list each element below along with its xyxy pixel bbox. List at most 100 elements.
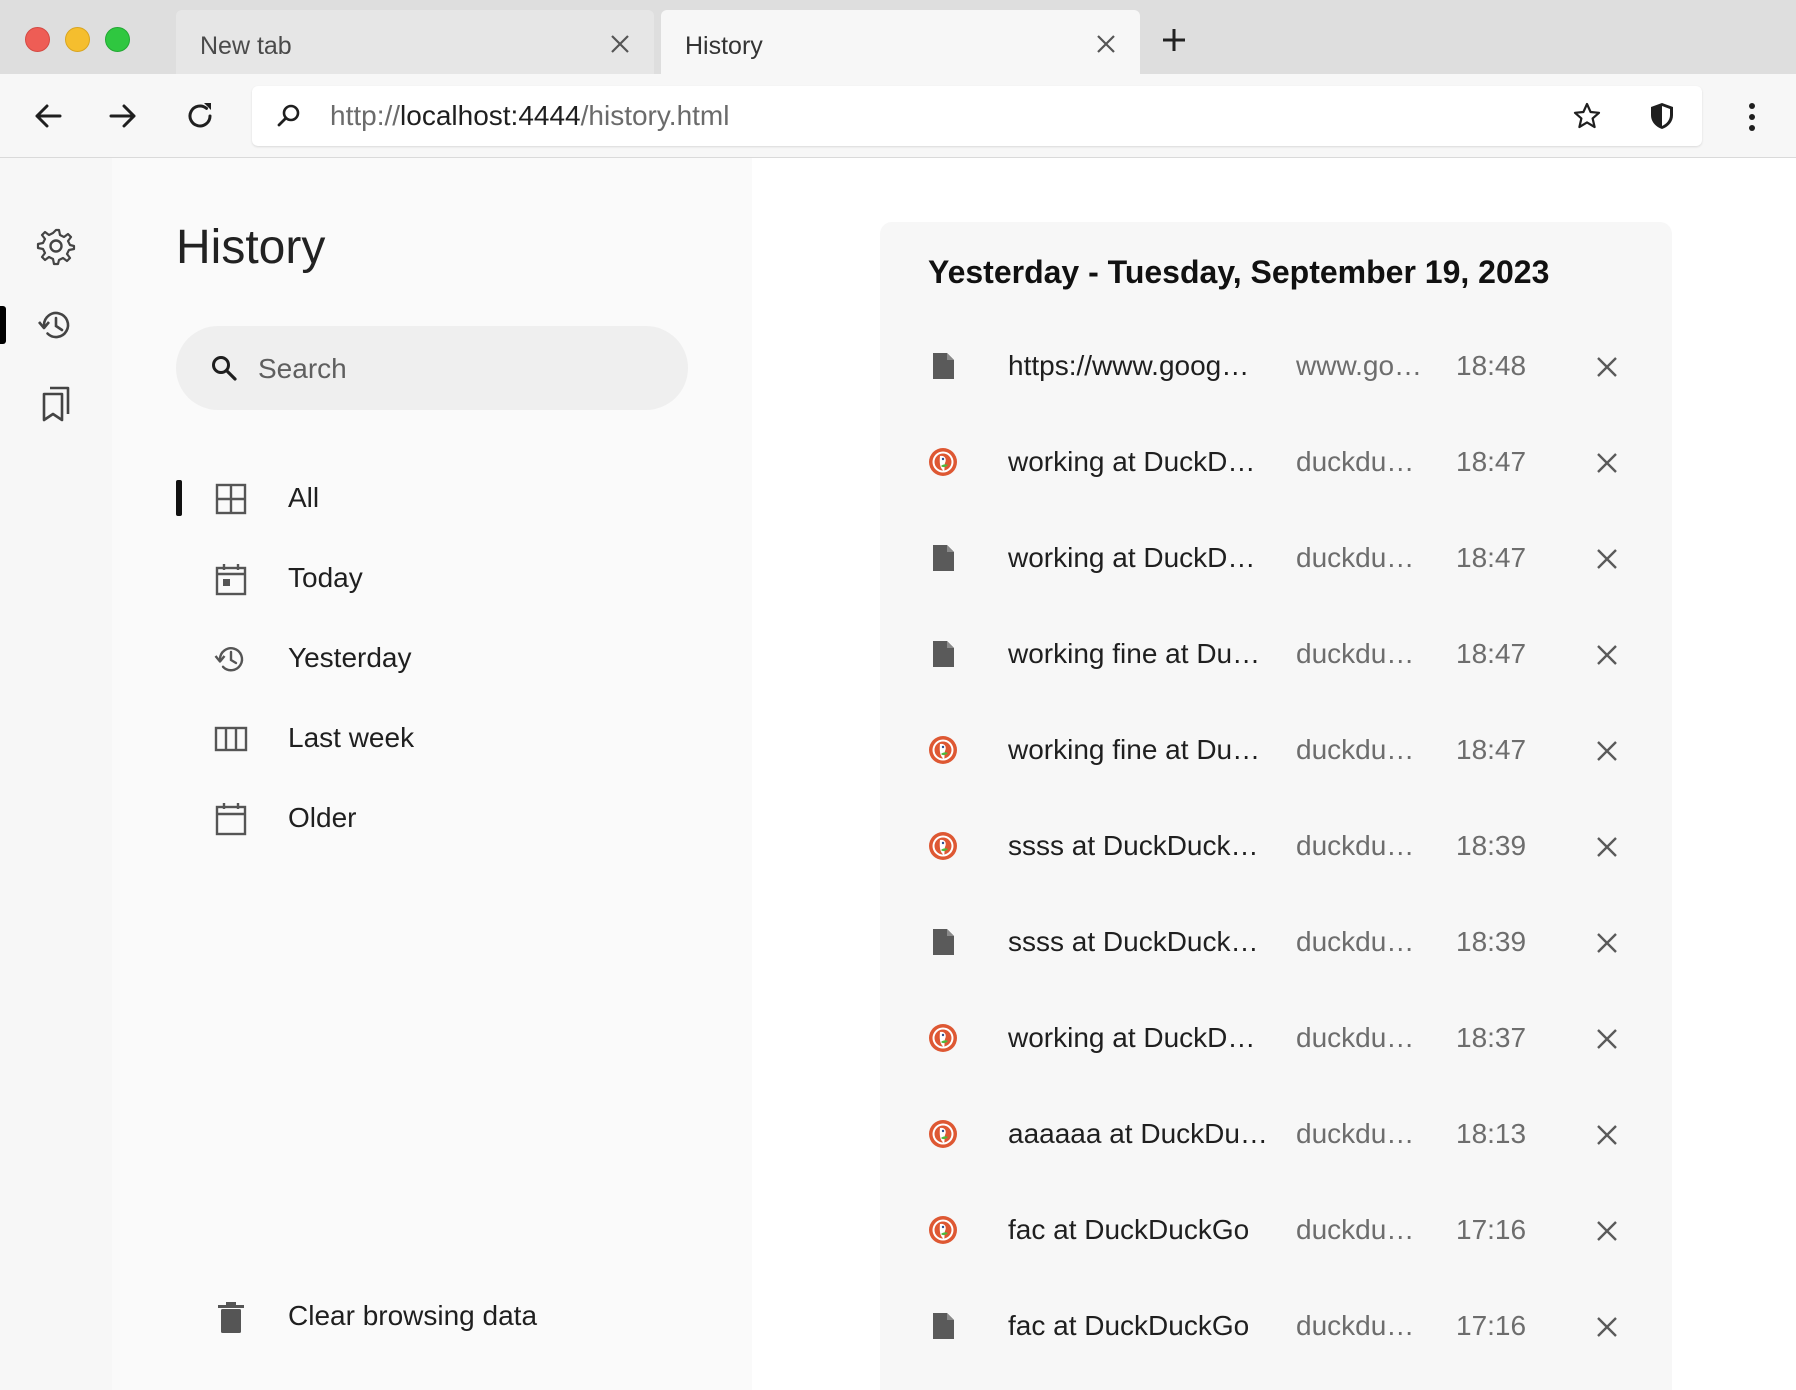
kebab-menu-icon[interactable] [1740,100,1764,134]
entry-domain: duckdu… [1296,926,1415,957]
remove-entry-close-icon[interactable] [1594,1218,1620,1244]
nav-item-older[interactable]: Older [176,788,656,848]
nav-item-today[interactable]: Today [176,548,656,608]
entry-time: 18:39 [1456,830,1527,861]
history-row[interactable]: fac at DuckDuckGo duckdu… 17:16 [880,1188,1672,1284]
remove-entry-close-icon[interactable] [1594,834,1620,860]
entry-domain: duckdu… [1296,542,1415,573]
history-row[interactable]: working at DuckD… duckdu… 18:47 [880,420,1672,516]
remove-entry-close-icon[interactable] [1594,450,1620,476]
page-title: History [176,221,326,274]
entry-title[interactable]: working at DuckD… [1008,1022,1266,1054]
close-icon[interactable] [1094,32,1118,56]
tab-title: New tab [200,32,292,60]
entry-time: 18:47 [1456,638,1527,669]
history-row[interactable]: working fine at Du… duckdu… 18:47 [880,612,1672,708]
tab-title: History [685,32,763,60]
bookmark-star-icon[interactable] [1572,101,1602,131]
entry-title[interactable]: fac at DuckDuckGo [1008,1214,1266,1246]
title-bar: New tab History [0,0,1796,74]
remove-entry-close-icon[interactable] [1594,642,1620,668]
entry-time: 18:37 [1456,1022,1527,1053]
minimize-window-button[interactable] [65,27,90,52]
entry-title[interactable]: ssss at DuckDuck… [1008,830,1266,862]
history-row[interactable]: ssss at DuckDuck… duckdu… 18:39 [880,900,1672,996]
entry-domain: duckdu… [1296,1118,1415,1149]
remove-entry-close-icon[interactable] [1594,1026,1620,1052]
remove-entry-close-icon[interactable] [1594,1314,1620,1340]
rail-active-indicator [0,306,6,344]
entry-title[interactable]: fac at DuckDuckGo [1008,1310,1266,1342]
nav-item-last-week[interactable]: Last week [176,708,656,768]
entry-title[interactable]: working fine at Du… [1008,638,1266,670]
zoom-window-button[interactable] [105,27,130,52]
history-icon[interactable] [36,305,76,345]
search-input[interactable] [256,340,660,398]
gear-icon[interactable] [36,226,76,266]
remove-entry-close-icon[interactable] [1594,738,1620,764]
nav-label: Older [288,802,357,833]
address-bar[interactable]: http://localhost:4444/history.html [252,86,1702,146]
forward-arrow-icon[interactable] [105,98,141,134]
entry-title[interactable]: aaaaaa at DuckDu… [1008,1118,1266,1150]
clear-label: Clear browsing data [288,1300,538,1331]
new-tab-plus-icon[interactable] [1160,26,1188,54]
nav-item-all[interactable]: All [176,468,656,528]
grid-icon [215,483,247,515]
nav-label: Yesterday [288,642,412,673]
page-icon [928,543,958,573]
history-row[interactable]: ssss at DuckDuck… duckdu… 18:39 [880,804,1672,900]
left-rail [0,158,112,1390]
history-card: Yesterday - Tuesday, September 19, 2023 … [880,222,1672,1390]
history-row[interactable]: working at DuckD… duckdu… 18:37 [880,996,1672,1092]
search-icon [212,356,237,381]
shield-icon[interactable] [1647,101,1677,131]
tab-history[interactable]: History [661,10,1140,74]
nav-item-yesterday[interactable]: Yesterday [176,628,656,688]
history-row[interactable]: https://www.goog… www.go… 18:48 [880,324,1672,420]
duckduckgo-icon [928,1023,958,1053]
calendar-icon [215,803,247,836]
clear-browsing-data-button[interactable]: Clear browsing data [176,1286,656,1346]
remove-entry-close-icon[interactable] [1594,1122,1620,1148]
back-arrow-icon[interactable] [30,98,66,134]
entry-title[interactable]: working at DuckD… [1008,542,1266,574]
page-icon [928,351,958,381]
close-window-button[interactable] [25,27,50,52]
url-scheme: http:// [330,100,401,131]
entry-title[interactable]: https://www.goog… [1008,350,1266,382]
url-text[interactable]: http://localhost:4444/history.html [330,100,729,132]
entry-time: 18:39 [1456,926,1527,957]
reload-icon[interactable] [182,98,218,134]
entry-domain: duckdu… [1296,734,1415,765]
entry-title[interactable]: working fine at Du… [1008,734,1266,766]
entry-domain: duckdu… [1296,1022,1415,1053]
remove-entry-close-icon[interactable] [1594,930,1620,956]
entry-domain: duckdu… [1296,1310,1415,1341]
entry-title[interactable]: working at DuckD… [1008,446,1266,478]
duckduckgo-icon [928,447,958,477]
close-icon[interactable] [608,32,632,56]
history-row[interactable]: aaaaaa at DuckDu… duckdu… 18:13 [880,1092,1672,1188]
history-row[interactable]: fac at DuckDuckGo duckdu… 17:16 [880,1284,1672,1380]
entry-title[interactable]: ssss at DuckDuck… [1008,926,1266,958]
browser-toolbar: http://localhost:4444/history.html [0,74,1796,158]
nav-label: Last week [288,722,415,753]
url-host: localhost:4444 [400,100,581,131]
search-icon [277,104,300,127]
remove-entry-close-icon[interactable] [1594,546,1620,572]
entry-domain: duckdu… [1296,830,1415,861]
bookmarks-icon[interactable] [36,384,76,424]
duckduckgo-icon [928,831,958,861]
history-row[interactable]: working at DuckD… duckdu… 18:47 [880,516,1672,612]
search-box[interactable] [176,326,688,410]
page-icon [928,927,958,957]
entry-time: 17:16 [1456,1214,1527,1245]
tab-new-tab[interactable]: New tab [176,10,654,74]
history-row[interactable]: working fine at Du… duckdu… 18:47 [880,708,1672,804]
entry-domain: duckdu… [1296,446,1415,477]
remove-entry-close-icon[interactable] [1594,354,1620,380]
entry-time: 18:47 [1456,542,1527,573]
nav-label: All [288,482,320,513]
week-columns-icon [214,726,248,752]
